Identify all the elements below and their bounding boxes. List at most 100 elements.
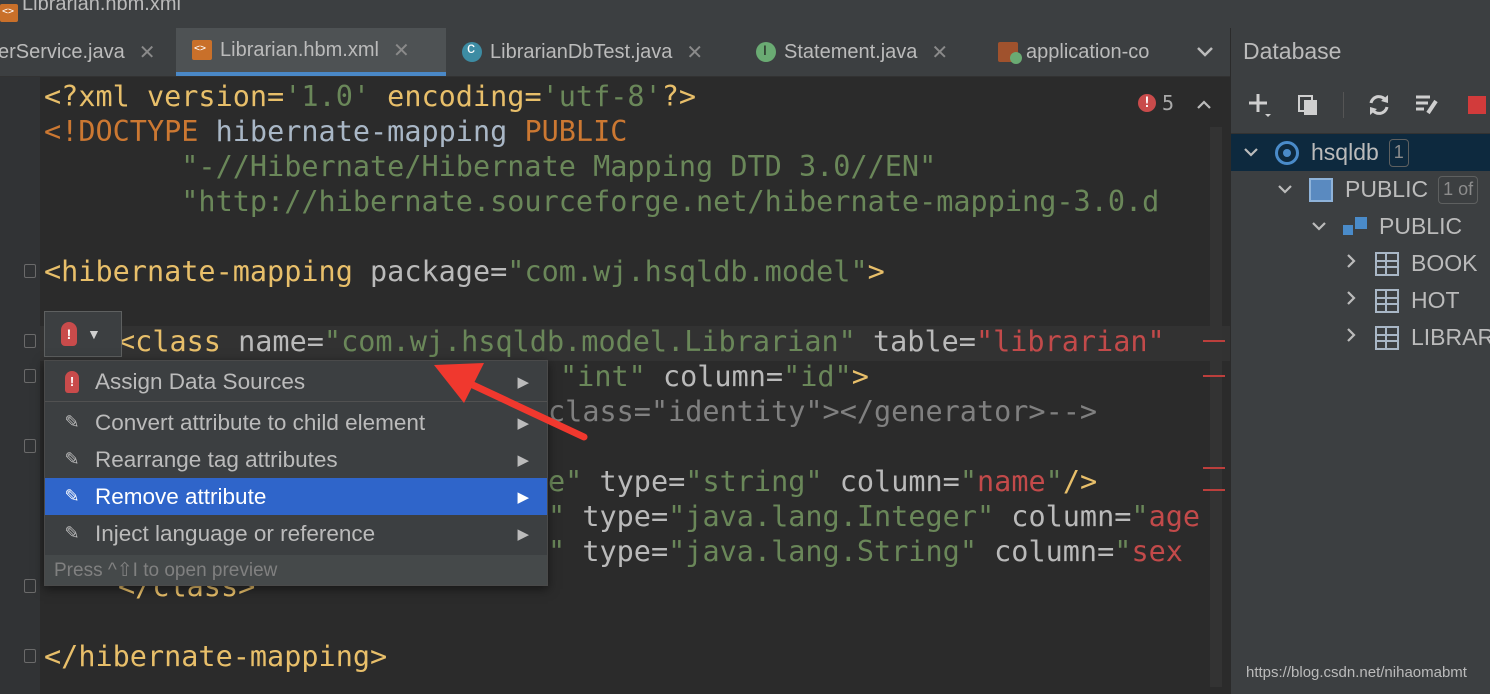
error-stripe-mark[interactable] [1203, 375, 1225, 377]
code-line-8: <class name="com.wj.hsqldb.model.Librari… [118, 325, 1165, 358]
code-line-13: " type="java.lang.Integer" column="age [548, 500, 1201, 533]
code-line-4: "http://hibernate.sourceforge.net/hibern… [44, 185, 1160, 218]
tree-item-label: PUBLIC [1345, 176, 1429, 202]
toolbar-separator [1343, 91, 1344, 118]
code-line-14: " type="java.lang.String" column="sex [548, 535, 1183, 568]
fold-icon[interactable] [24, 439, 36, 453]
error-stripe-mark[interactable] [1203, 340, 1225, 342]
database-toolbar [1231, 76, 1490, 134]
xml-file-icon [0, 4, 18, 22]
tree-item-public-schema[interactable]: PUBLIC [1231, 208, 1490, 245]
chevron-down-icon[interactable] [1241, 144, 1261, 162]
fold-icon[interactable] [24, 579, 36, 593]
xml-file-icon [192, 40, 212, 60]
java-interface-icon [756, 42, 776, 62]
error-bulb-icon: ! [65, 370, 79, 393]
schema-icon [1343, 215, 1367, 239]
tab-statement[interactable]: Statement.java ✕ [756, 28, 978, 76]
code-line-2: <!DOCTYPE hibernate-mapping PUBLIC [44, 115, 628, 148]
tab-label: LibrarianDbTest.java [490, 40, 673, 63]
watermark: https://blog.csdn.net/nihaomabmt [1246, 664, 1467, 681]
fold-icon[interactable] [24, 369, 36, 383]
tree-item-label: BOOK [1411, 250, 1478, 276]
intention-bulb[interactable]: ! ▼ [44, 311, 122, 357]
menu-item-remove-attribute[interactable]: ✎ Remove attribute ▶ [45, 478, 547, 515]
chevron-down-icon[interactable] [1190, 28, 1220, 76]
code-line-12: e" type="string" column="name"/> [548, 465, 1098, 498]
count-badge: 1 [1388, 138, 1409, 167]
tab-label: Statement.java [784, 40, 918, 63]
chevron-down-icon[interactable] [1309, 218, 1329, 236]
database-icon [1309, 177, 1333, 202]
window-title-bar: Librarian.hbm.xml [0, 0, 1490, 29]
submenu-arrow-icon: ▶ [517, 488, 529, 506]
tab-label: Librarian.hbm.xml [220, 38, 379, 61]
red-arrow-annotation [434, 363, 588, 441]
editor-gutter [0, 77, 40, 694]
spring-config-icon [998, 42, 1022, 64]
table-icon [1375, 325, 1399, 350]
menu-item-label: Inject language or reference [95, 520, 376, 546]
editor-scrollbar[interactable] [1210, 127, 1222, 687]
fold-icon[interactable] [24, 264, 36, 278]
close-icon[interactable]: ✕ [931, 40, 948, 65]
java-test-class-icon [462, 40, 482, 62]
menu-item-label: Rearrange tag attributes [95, 446, 338, 472]
add-icon[interactable] [1247, 92, 1273, 118]
tab-librarian-hbm-xml[interactable]: Librarian.hbm.xml ✕ [176, 28, 446, 76]
tree-item-label: PUBLIC [1379, 213, 1463, 239]
chevron-right-icon[interactable] [1341, 327, 1361, 348]
code-line-17: </hibernate-mapping> [44, 640, 388, 673]
code-line-1: <?xml version='1.0' encoding='utf-8'?> [44, 80, 697, 113]
error-count: 5 [1162, 91, 1175, 115]
close-icon[interactable]: ✕ [393, 38, 410, 63]
fold-icon[interactable] [24, 649, 36, 663]
close-icon[interactable]: ✕ [139, 40, 156, 65]
stop-icon[interactable] [1468, 95, 1486, 114]
intention-icon: ✎ [64, 486, 80, 506]
tab-label: application-co [1026, 40, 1150, 63]
menu-item-inject-language[interactable]: ✎ Inject language or reference ▶ [45, 515, 547, 552]
menu-item-label: Assign Data Sources [95, 368, 306, 394]
code-line-10: class="identity"></generator>--> [548, 395, 1098, 428]
tab-application-config[interactable]: application-co [998, 28, 1184, 76]
chevron-right-icon[interactable] [1341, 253, 1361, 274]
menu-item-label: Convert attribute to child element [95, 409, 426, 435]
menu-item-label: Remove attribute [95, 483, 267, 509]
tree-item-public-db[interactable]: PUBLIC 1 of [1231, 171, 1490, 208]
submenu-arrow-icon: ▶ [517, 525, 529, 543]
properties-icon[interactable] [1414, 92, 1440, 118]
duplicate-icon[interactable] [1295, 92, 1321, 118]
inspection-widget[interactable]: ! 5 [1138, 91, 1230, 115]
chevron-down-icon[interactable] [1275, 181, 1295, 199]
tab-erservice[interactable]: erService.java ✕ [0, 28, 172, 76]
previous-highlight-icon[interactable] [1196, 91, 1212, 115]
refresh-icon[interactable] [1366, 92, 1392, 118]
tree-item-book[interactable]: BOOK [1231, 245, 1490, 282]
database-panel: Database hsqldb 1 PUBLIC 1 of PUBLIC BOO… [1230, 28, 1490, 694]
tab-label: erService.java [0, 40, 125, 63]
count-badge: 1 of [1438, 175, 1479, 204]
preview-hint: Press ^⇧I to open preview [45, 555, 547, 585]
tree-item-hot[interactable]: HOT [1231, 282, 1490, 319]
error-bulb-icon: ! [61, 322, 77, 346]
submenu-arrow-icon: ▶ [517, 451, 529, 469]
tree-item-librarian[interactable]: LIBRAR [1231, 319, 1490, 356]
hsqldb-datasource-icon [1275, 140, 1299, 165]
intention-icon: ✎ [64, 449, 80, 469]
error-stripe-mark[interactable] [1203, 467, 1225, 469]
code-line-3: "-//Hibernate/Hibernate Mapping DTD 3.0/… [44, 150, 937, 183]
code-line-9: "int" column="id"> [560, 360, 869, 393]
tab-librariandbtest[interactable]: LibrarianDbTest.java ✕ [462, 28, 738, 76]
error-icon: ! [1138, 94, 1156, 112]
error-stripe-mark[interactable] [1203, 489, 1225, 491]
intention-icon: ✎ [64, 412, 80, 432]
fold-icon[interactable] [24, 334, 36, 348]
table-icon [1375, 288, 1399, 313]
close-icon[interactable]: ✕ [686, 40, 703, 65]
chevron-right-icon[interactable] [1341, 290, 1361, 311]
tree-item-hsqldb[interactable]: hsqldb 1 [1231, 134, 1490, 171]
window-title: Librarian.hbm.xml [22, 0, 181, 15]
intention-icon: ✎ [64, 523, 80, 543]
database-panel-title: Database [1243, 38, 1342, 64]
